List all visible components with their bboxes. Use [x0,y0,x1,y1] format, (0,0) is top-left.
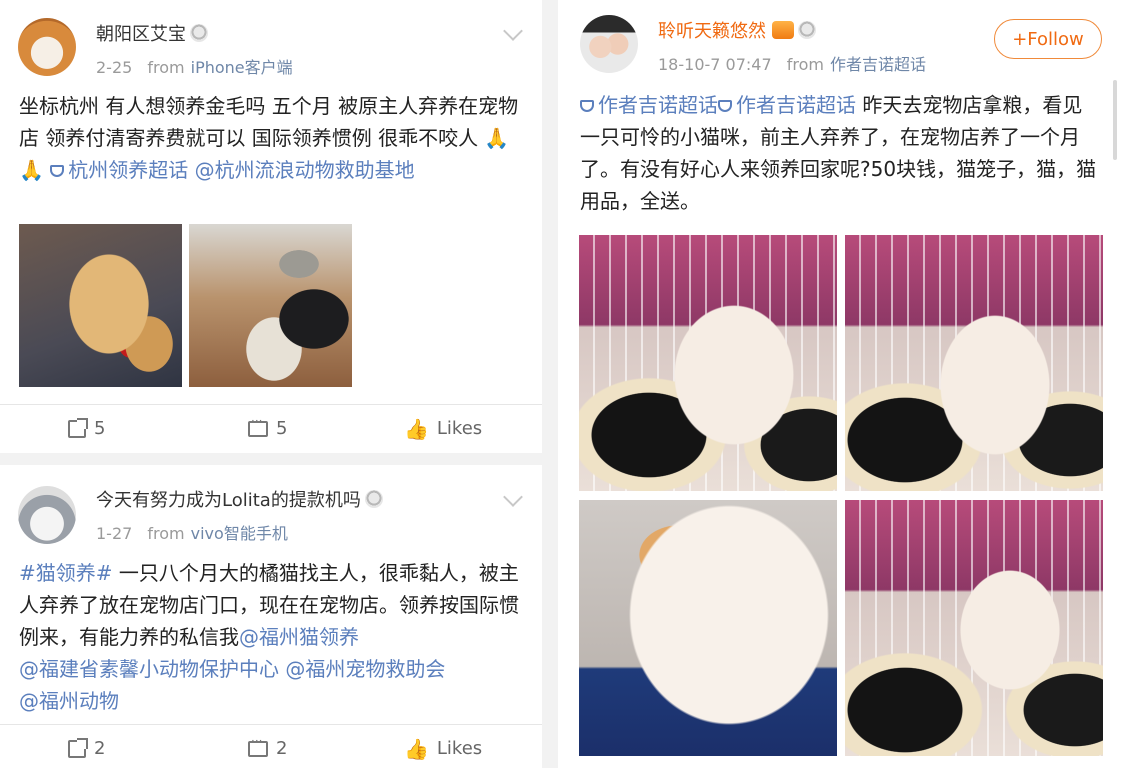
mention-link[interactable]: @福州动物 [19,689,119,713]
topic-icon [580,100,594,112]
from-label: from [786,55,824,74]
topic-link[interactable]: 作者吉诺超话 [580,93,718,117]
medal-icon [364,490,383,508]
kitten-photo-3[interactable] [579,500,837,756]
hashtag-link[interactable]: #猫领养# [19,561,113,585]
avatar-corgi[interactable] [18,18,76,76]
kitten-photo-4[interactable] [845,500,1103,756]
post-date: 18-10-7 07:47 [658,55,772,74]
comment-count: 2 [276,738,288,759]
post-card-1: 朝阳区艾宝 2-25 from iPhone客户端 坐标杭州 有人想领养金毛吗 五… [0,0,542,453]
puppy-play-photo[interactable] [189,224,352,387]
avatar-cat[interactable] [18,486,76,544]
from-label: from [147,524,185,543]
username-2[interactable]: 今天有努力成为Lolita的提款机吗 [96,486,383,512]
mention-link[interactable]: @福州宠物救助会 [285,657,445,681]
thumbs-up-icon: 👍 [404,416,429,441]
repost-count: 5 [94,418,106,439]
post-card-2: 今天有努力成为Lolita的提款机吗 1-27 from vivo智能手机 #猫领… [0,465,542,768]
comment-button[interactable]: 2 [248,734,288,759]
like-label: Likes [436,418,483,439]
post-source[interactable]: iPhone客户端 [191,58,293,77]
comment-icon [248,414,268,437]
vip-crown-icon [772,21,794,39]
mention-link[interactable]: @杭州流浪动物救助基地 [195,158,415,182]
like-label: Likes [436,738,483,759]
kitten-photo-1[interactable] [579,235,837,491]
repost-icon [68,417,88,438]
medal-icon [190,24,208,42]
post-text-3: 作者吉诺超话 作者吉诺超话 昨天去宠物店拿粮，看见一只可怜的小猫咪，前主人弃养了，… [580,89,1100,217]
username-3[interactable]: 聆听天籁悠然 [658,17,816,43]
comment-icon [248,734,268,757]
post-date: 1-27 [96,524,133,543]
scrollbar[interactable] [1113,80,1117,160]
like-button[interactable]: 👍 Likes [404,418,482,439]
mention-link[interactable]: @福州猫领养 [239,625,359,649]
post-date: 2-25 [96,58,133,77]
repost-count: 2 [94,738,106,759]
post-source[interactable]: vivo智能手机 [191,524,288,543]
from-label: from [147,58,185,77]
post-text-1: 坐标杭州 有人想领养金毛吗 五个月 被原主人弃养在宠物店 领养付清寄养费就可以 … [19,90,529,186]
thumbs-up-icon: 👍 [404,736,429,761]
chevron-down-icon[interactable] [503,21,523,41]
username-text[interactable]: 今天有努力成为Lolita的提款机吗 [96,490,361,511]
post-text-2: #猫领养# 一只八个月大的橘猫找主人，很乖黏人，被主人弃养了放在宠物店门口，现在… [19,557,519,717]
action-bar-2: 2 2 👍 Likes [0,724,542,768]
like-button[interactable]: 👍 Likes [404,738,482,759]
post-meta-2: 1-27 from vivo智能手机 [96,520,288,544]
post-source[interactable]: 作者吉诺超话 [830,55,926,74]
topic-link[interactable]: 作者吉诺超话 [718,93,856,117]
comment-count: 5 [276,418,288,439]
topic-link[interactable]: 杭州领养超话 [50,158,188,182]
medal-icon [798,21,816,39]
follow-button[interactable]: +Follow [994,19,1102,59]
topic-icon [718,100,732,112]
repost-icon [68,737,88,758]
username-text[interactable]: 聆听天籁悠然 [658,21,766,42]
mention-link[interactable]: @福建省素馨小动物保护中心 [19,657,279,681]
topic-icon [50,165,65,177]
avatar-couple[interactable] [580,15,638,73]
kitten-photo-2[interactable] [845,235,1103,491]
action-bar-1: 5 5 👍 Likes [0,404,542,453]
username-text[interactable]: 朝阳区艾宝 [96,24,186,45]
chevron-down-icon[interactable] [503,487,523,507]
repost-button[interactable]: 2 [68,737,106,759]
golden-retriever-photo[interactable] [19,224,182,387]
post-meta-3: 18-10-7 07:47 from 作者吉诺超话 [658,51,926,75]
comment-button[interactable]: 5 [248,414,288,439]
username-1[interactable]: 朝阳区艾宝 [96,20,208,46]
post-meta-1: 2-25 from iPhone客户端 [96,54,293,78]
repost-button[interactable]: 5 [68,417,106,439]
follow-label: +Follow [1012,28,1084,50]
